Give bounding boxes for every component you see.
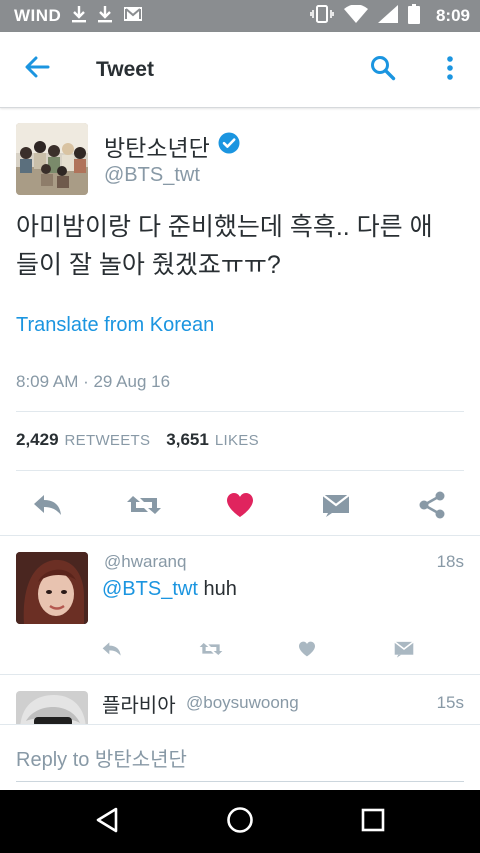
nav-back-button[interactable] [85, 802, 129, 842]
author-avatar[interactable] [16, 123, 88, 195]
battery-icon [407, 3, 420, 29]
envelope-icon [394, 640, 414, 663]
reply-button[interactable] [25, 488, 71, 526]
system-nav-bar [0, 790, 480, 853]
likes-label[interactable]: LIKES [215, 432, 259, 449]
arrow-left-icon [24, 56, 50, 83]
heart-icon [226, 492, 254, 523]
retweet-icon [199, 641, 223, 662]
translate-link[interactable]: Translate from Korean [16, 314, 214, 337]
reply-name[interactable]: 플라비아 [102, 689, 176, 718]
back-triangle-icon [94, 806, 120, 839]
share-icon [418, 491, 446, 524]
retweets-label[interactable]: RETWEETS [65, 432, 151, 449]
reply-like-button[interactable] [292, 638, 322, 664]
retweet-button[interactable] [121, 488, 167, 526]
reply-composer: Reply to 방탄소년단 [0, 724, 480, 790]
search-icon [370, 55, 396, 86]
reply-text-body: huh [197, 578, 237, 600]
recents-square-icon [361, 808, 385, 837]
reply-text: @BTS_twt huh [102, 578, 237, 601]
reply-mention[interactable]: @BTS_twt [102, 578, 198, 600]
share-button[interactable] [409, 488, 455, 526]
reply-input[interactable]: Reply to 방탄소년단 [16, 743, 187, 772]
author-name: 방탄소년단 [104, 135, 210, 161]
nav-recents-button[interactable] [351, 802, 395, 842]
tweet-text-line: 들이 잘 놀아 줬겠죠ㅠㅠ? [16, 251, 281, 279]
more-vertical-icon [446, 55, 454, 85]
page-title: Tweet [96, 57, 154, 81]
tweet-stats: 2,429 RETWEETS 3,651 LIKES [16, 430, 275, 450]
tweet-text: 아미밤이랑 다 준비했는데 흑흑.. 다른 애 들이 잘 놀아 줬겠죠ㅠㅠ? [16, 208, 466, 284]
back-button[interactable] [0, 32, 74, 108]
divider [16, 470, 464, 471]
home-circle-icon [226, 806, 254, 839]
author-name-row[interactable]: 방탄소년단 [104, 129, 240, 163]
direct-message-button[interactable] [313, 488, 359, 526]
author-handle[interactable]: @BTS_twt [104, 164, 200, 187]
reply-time: 15s [436, 693, 464, 712]
reply-icon [32, 493, 64, 522]
retweet-icon [126, 493, 162, 522]
envelope-icon [322, 493, 350, 522]
gmail-icon [123, 6, 143, 27]
reply-input-underline [16, 781, 464, 782]
vibrate-icon [310, 4, 334, 28]
nav-home-button[interactable] [218, 802, 262, 842]
reply-icon [101, 641, 123, 662]
reply-tweet[interactable]: 플라비아 @boysuwoong 15s [0, 675, 480, 724]
more-options-button[interactable] [432, 52, 468, 88]
download-icon [97, 5, 113, 28]
reply-retweet-button[interactable] [196, 638, 226, 664]
signal-icon [377, 4, 398, 28]
verified-badge-icon [218, 132, 240, 160]
tweet-timestamp: 8:09 AM · 29 Aug 16 [16, 372, 171, 391]
status-bar: WIND 8:09 [0, 0, 480, 32]
like-button[interactable] [217, 488, 263, 526]
reply-time: 18s [436, 552, 464, 571]
status-time: 8:09 [435, 6, 470, 25]
wifi-icon [343, 3, 368, 28]
reply-avatar[interactable] [16, 691, 88, 724]
reply-avatar[interactable] [16, 552, 88, 624]
retweets-count[interactable]: 2,429 [16, 430, 59, 450]
download-icon [71, 5, 87, 28]
reply-message-button[interactable] [389, 638, 419, 664]
likes-count[interactable]: 3,651 [166, 430, 209, 450]
tweet-text-line: 아미밤이랑 다 준비했는데 흑흑.. 다른 애 [16, 213, 433, 241]
heart-icon [298, 641, 316, 662]
reply-handle[interactable]: @boysuwoong [186, 693, 299, 713]
reply-tweet[interactable]: @hwaranq 18s @BTS_twt huh [0, 536, 480, 674]
tweet-actions [0, 480, 480, 534]
reply-handle[interactable]: @hwaranq [104, 552, 186, 572]
search-button[interactable] [364, 52, 402, 88]
divider [16, 411, 464, 412]
carrier-label: WIND [14, 6, 62, 25]
app-bar: Tweet [0, 32, 480, 108]
reply-reply-button[interactable] [97, 638, 127, 664]
